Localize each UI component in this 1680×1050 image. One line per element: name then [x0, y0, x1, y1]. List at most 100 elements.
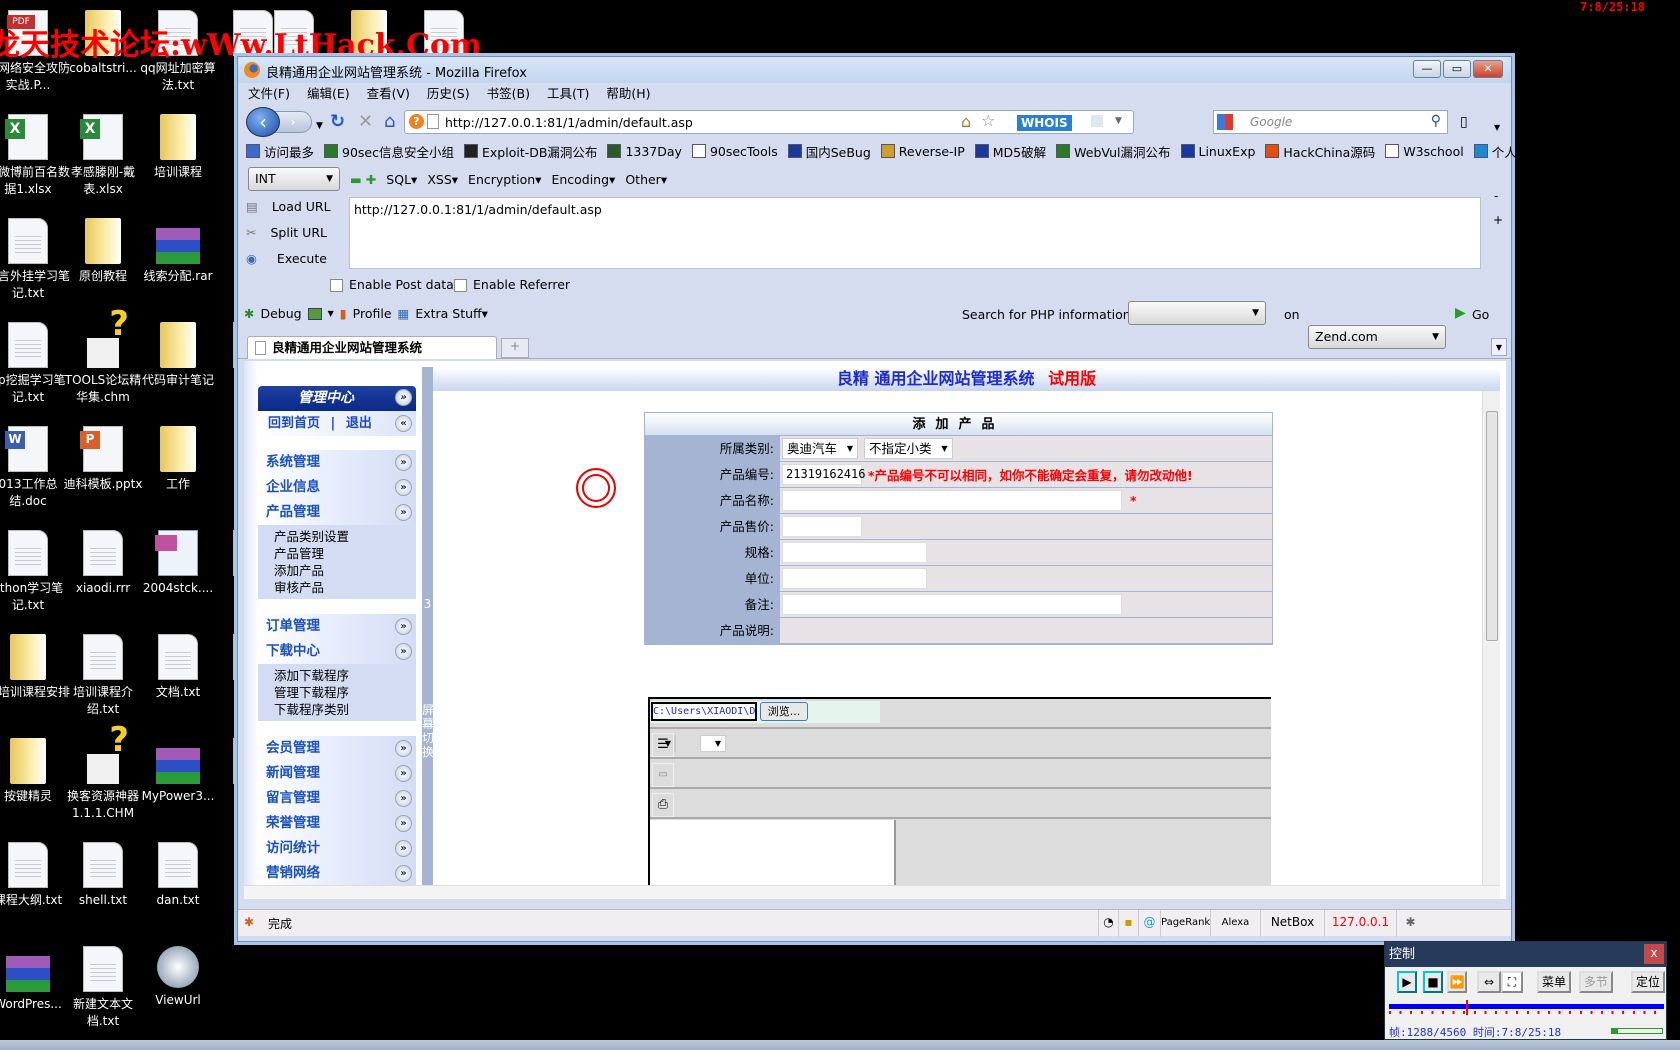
desktop-icon[interactable]: 2004stck.... — [136, 530, 220, 597]
volume-slider[interactable] — [1611, 1028, 1663, 1034]
type-select[interactable]: INT ▼ — [248, 167, 340, 191]
double-chevron-left-icon[interactable]: « — [395, 415, 412, 432]
search-box[interactable]: Google ⚲ — [1213, 110, 1448, 134]
desktop-icon[interactable]: xiaodi.rrr — [61, 530, 145, 597]
desktop-icon[interactable]: hp挖掘学习笔记.txt — [0, 322, 70, 406]
sidebar-subitem[interactable]: 产品类别设置 — [258, 528, 416, 545]
expand-icon[interactable]: » — [395, 740, 412, 757]
stop-icon[interactable]: ✕ — [358, 112, 373, 132]
sidebar-item[interactable]: 营销网络» — [258, 861, 416, 886]
vertical-scrollbar[interactable] — [1482, 391, 1500, 885]
split-url-button[interactable]: ✂ Split URL — [246, 225, 327, 240]
enable-referrer-checkbox[interactable]: Enable Referrer — [454, 277, 570, 292]
desktop-icon[interactable]: dan.txt — [136, 842, 220, 909]
desktop-icon[interactable]: TOOLS论坛精华集.chm — [61, 316, 145, 406]
sidebar-subitem[interactable]: 添加下载程序 — [258, 667, 416, 684]
desktop-icon[interactable]: 讯微博前百名数据1.xlsx — [0, 114, 70, 198]
desktop-icon[interactable]: MyPower3... — [136, 738, 220, 805]
file-path-input[interactable]: C:\Users\XIAODI\Deskt — [651, 702, 757, 721]
maximize-button[interactable]: ▭ — [1443, 60, 1471, 78]
pagerank-icon[interactable]: ▪ — [1118, 910, 1138, 937]
minus-icon[interactable]: ▬ — [350, 172, 362, 187]
stop-button[interactable]: ■ — [1423, 971, 1443, 993]
debug-button[interactable]: Debug — [260, 306, 301, 321]
bookmark-item[interactable]: HackChina源码 — [1265, 142, 1375, 161]
close-button[interactable]: ✕ — [1473, 60, 1503, 78]
encoding-menu[interactable]: Encoding▾ — [551, 172, 615, 187]
reload-icon[interactable]: ↻ — [330, 112, 345, 132]
desktop-icon[interactable]: 文档.txt — [136, 634, 220, 701]
pagerank-label[interactable]: PageRank — [1160, 910, 1210, 937]
home-link[interactable]: 回到首页 — [268, 416, 320, 431]
hackbar-url-textarea[interactable]: http://127.0.0.1:81/1/admin/default.asp — [349, 197, 1481, 269]
subcategory-select[interactable]: 不指定小类 — [864, 438, 953, 459]
fullscreen-button[interactable]: ⛶ — [1501, 971, 1523, 993]
sidebar-item[interactable]: 订单管理» — [258, 614, 416, 639]
desktop-icon[interactable]: 工作 — [136, 426, 220, 493]
grow-button[interactable]: + — [1493, 213, 1503, 227]
history-dropdown-icon[interactable]: ▼ — [316, 116, 323, 136]
execute-button[interactable]: ◉ Execute — [246, 251, 327, 266]
go-button[interactable]: Go — [1472, 307, 1489, 322]
bookmark-item[interactable]: 1337Day — [607, 144, 682, 159]
sidebar-item[interactable]: 会员管理» — [258, 736, 416, 761]
enable-post-checkbox[interactable]: Enable Post data — [330, 277, 454, 292]
fast-forward-button[interactable]: ⏩ — [1447, 971, 1467, 993]
desktop-icon[interactable]: 013工作总结.doc — [0, 426, 70, 510]
sidebar-subitem[interactable]: 审核产品 — [258, 579, 416, 596]
bookmark-item[interactable]: 90sec信息安全小组 — [324, 142, 454, 161]
tab-admin[interactable]: 良精通用企业网站管理系统 — [247, 336, 497, 359]
scroll-thumb[interactable] — [1486, 411, 1498, 641]
search-icon[interactable]: ⚲ — [1431, 113, 1441, 129]
plus-icon[interactable]: ✚ — [366, 172, 376, 187]
spec-input[interactable] — [782, 542, 927, 563]
locate-button[interactable]: 定位 — [1631, 971, 1665, 993]
bookmark-item[interactable]: MD5破解 — [974, 142, 1046, 161]
tab-list-button[interactable]: ▼ — [1491, 338, 1507, 356]
sql-menu[interactable]: SQL▾ — [386, 172, 417, 187]
sidebar-item[interactable]: 新闻管理» — [258, 761, 416, 786]
desktop-icon[interactable]: 斗培训课程安排 — [0, 634, 70, 701]
expand-icon[interactable]: » — [395, 504, 412, 521]
desktop-icon[interactable]: 课程大纲.txt — [0, 842, 70, 909]
bookmark-item[interactable]: 个人博客 — [1473, 142, 1542, 161]
desktop-icon[interactable]: shell.txt — [61, 842, 145, 909]
expand-icon[interactable]: » — [395, 479, 412, 496]
keyboard-icon[interactable]: ▭ — [652, 763, 674, 787]
star-icon[interactable]: ☆ — [981, 111, 995, 130]
desktop-icon[interactable]: 线索分配.rar — [136, 218, 220, 285]
profile-button[interactable]: Profile — [353, 306, 392, 321]
expand-icon[interactable]: » — [395, 840, 412, 857]
sidebar-item[interactable]: 系统管理» — [258, 450, 416, 475]
expand-icon[interactable]: » — [395, 454, 412, 471]
product-name-input[interactable] — [782, 490, 1122, 511]
url-bar[interactable]: ? http://127.0.0.1:81/1/admin/default.as… — [404, 110, 1134, 134]
expand-icon[interactable]: » — [395, 643, 412, 660]
playhead[interactable] — [1466, 1000, 1468, 1015]
at-icon[interactable]: @ — [1138, 910, 1160, 937]
whois-button[interactable]: WHOIS — [1017, 115, 1072, 131]
url-dropdown-icon[interactable]: ▼ — [1115, 116, 1122, 126]
alexa-label[interactable]: Alexa — [1210, 910, 1260, 937]
bookmark-item[interactable]: 访问最多 — [246, 142, 314, 161]
sidebar-subitem[interactable]: 添加产品 — [258, 562, 416, 579]
php-search-select[interactable]: ▼ — [1128, 301, 1266, 325]
other-menu[interactable]: Other▾ — [625, 172, 667, 187]
bookmark-item[interactable]: W3school — [1385, 144, 1464, 159]
menu-view[interactable]: 查看(V) — [367, 84, 410, 104]
expand-icon[interactable]: » — [395, 865, 412, 882]
load-url-button[interactable]: ▤ Load URL — [246, 199, 331, 214]
browse-button[interactable]: 浏览... — [760, 702, 808, 721]
sidebar-subitem[interactable]: 下载程序类别 — [258, 701, 416, 718]
desktop-icon[interactable]: 新建文本文档.txt — [61, 946, 145, 1030]
playback-progress-bar[interactable] — [1389, 1004, 1664, 1009]
back-button[interactable]: ‹ — [246, 107, 280, 137]
logout-link[interactable]: 退出 — [346, 416, 372, 431]
sidebar-item[interactable]: 访问统计» — [258, 836, 416, 861]
sidebar-subitem[interactable]: 管理下载程序 — [258, 684, 416, 701]
menu-help[interactable]: 帮助(H) — [606, 84, 650, 104]
desktop-icon[interactable]: 语言外挂学习笔记.txt — [0, 218, 70, 302]
expand-icon[interactable]: » — [395, 790, 412, 807]
minimize-button[interactable]: — — [1413, 60, 1441, 78]
expand-icon[interactable]: » — [395, 815, 412, 832]
